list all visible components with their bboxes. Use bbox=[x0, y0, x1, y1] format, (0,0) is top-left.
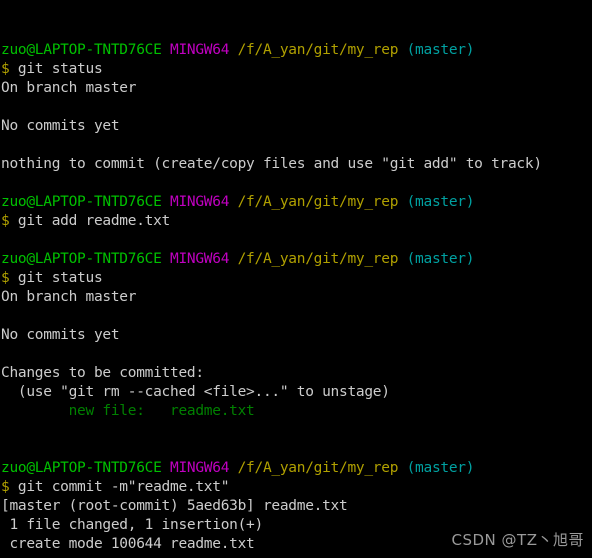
output-text: 1 file changed, 1 insertion(+) bbox=[1, 517, 263, 533]
output-line: No commits yet bbox=[1, 326, 592, 345]
output-line: (use "git rm --cached <file>..." to unst… bbox=[1, 383, 592, 402]
prompt-branch: (master) bbox=[406, 460, 475, 476]
staged-file-line: new file: readme.txt bbox=[1, 402, 592, 421]
prompt-shell: MINGW64 bbox=[170, 251, 230, 267]
output-line: On branch master bbox=[1, 79, 592, 98]
output-text: create mode 100644 readme.txt bbox=[1, 536, 255, 552]
prompt-path: /f/A_yan/git/my_rep bbox=[237, 460, 399, 476]
prompt-line: zuo@LAPTOP-TNTD76CE MINGW64 /f/A_yan/git… bbox=[1, 459, 592, 478]
watermark-label: CSDN @TZ丶旭哥 bbox=[451, 531, 584, 549]
prompt-line: zuo@LAPTOP-TNTD76CE MINGW64 /f/A_yan/git… bbox=[1, 250, 592, 269]
command-text: git status bbox=[17, 61, 103, 77]
terminal-window[interactable]: zuo@LAPTOP-TNTD76CE MINGW64 /f/A_yan/git… bbox=[0, 0, 592, 558]
output-text: No commits yet bbox=[1, 327, 120, 343]
prompt-user-host: zuo@LAPTOP-TNTD76CE bbox=[1, 42, 162, 58]
output-text: No commits yet bbox=[1, 118, 120, 134]
output-line: nothing to commit (create/copy files and… bbox=[1, 155, 592, 174]
prompt-branch: (master) bbox=[406, 251, 475, 267]
output-text: nothing to commit (create/copy files and… bbox=[1, 156, 542, 172]
staged-file-text: new file: readme.txt bbox=[1, 403, 255, 419]
output-line: On branch master bbox=[1, 288, 592, 307]
output-text: On branch master bbox=[1, 80, 137, 96]
prompt-shell: MINGW64 bbox=[170, 42, 230, 58]
command-text: git commit -m"readme.txt" bbox=[17, 479, 230, 495]
command-line: $ git add readme.txt bbox=[1, 212, 592, 231]
command-line: $ git commit -m"readme.txt" bbox=[1, 478, 592, 497]
prompt-shell: MINGW64 bbox=[170, 194, 230, 210]
prompt-line: zuo@LAPTOP-TNTD76CE MINGW64 /f/A_yan/git… bbox=[1, 193, 592, 212]
prompt-path: /f/A_yan/git/my_rep bbox=[237, 42, 399, 58]
prompt-user-host: zuo@LAPTOP-TNTD76CE bbox=[1, 460, 162, 476]
command-text: git status bbox=[17, 270, 103, 286]
output-line: No commits yet bbox=[1, 117, 592, 136]
command-line: $ git status bbox=[1, 60, 592, 79]
prompt-branch: (master) bbox=[406, 194, 475, 210]
output-text: Changes to be committed: bbox=[1, 365, 204, 381]
output-text: On branch master bbox=[1, 289, 137, 305]
command-line: $ git status bbox=[1, 269, 592, 288]
prompt-path: /f/A_yan/git/my_rep bbox=[237, 194, 399, 210]
output-line: Changes to be committed: bbox=[1, 364, 592, 383]
prompt-line: zuo@LAPTOP-TNTD76CE MINGW64 /f/A_yan/git… bbox=[1, 41, 592, 60]
output-text: [master (root-commit) 5aed63b] readme.tx… bbox=[1, 498, 348, 514]
command-text: git add readme.txt bbox=[17, 213, 171, 229]
prompt-path: /f/A_yan/git/my_rep bbox=[237, 251, 399, 267]
prompt-user-host: zuo@LAPTOP-TNTD76CE bbox=[1, 194, 162, 210]
prompt-branch: (master) bbox=[406, 42, 475, 58]
prompt-user-host: zuo@LAPTOP-TNTD76CE bbox=[1, 251, 162, 267]
prompt-shell: MINGW64 bbox=[170, 460, 230, 476]
terminal-screen[interactable]: zuo@LAPTOP-TNTD76CE MINGW64 /f/A_yan/git… bbox=[0, 38, 592, 558]
output-text: (use "git rm --cached <file>..." to unst… bbox=[1, 384, 390, 400]
output-line: [master (root-commit) 5aed63b] readme.tx… bbox=[1, 497, 592, 516]
